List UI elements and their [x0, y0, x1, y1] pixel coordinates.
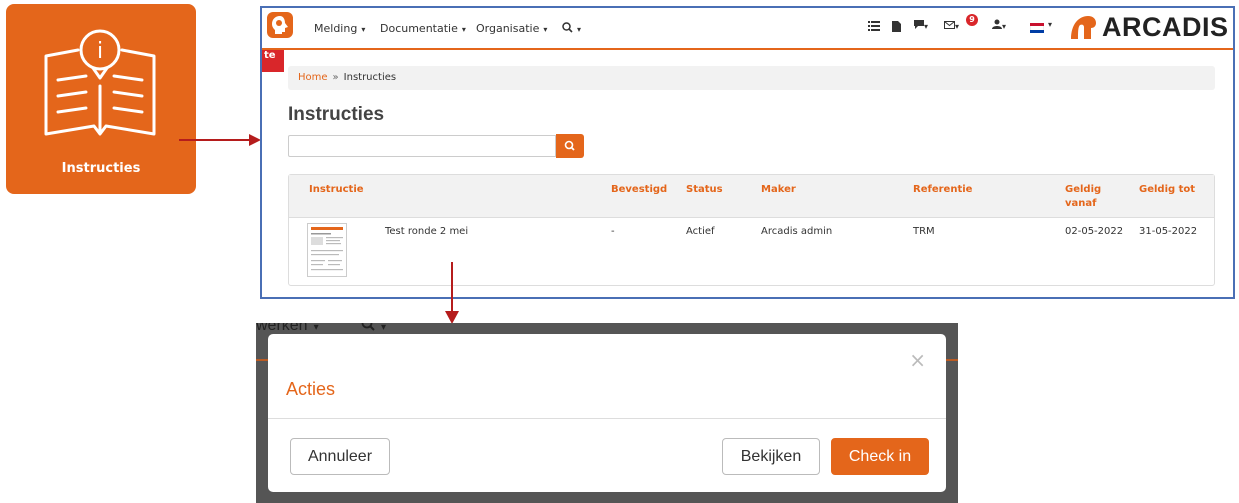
- user-icon: [992, 19, 1002, 29]
- col-status[interactable]: Status: [686, 183, 723, 197]
- arrow-connector-down: [451, 262, 453, 312]
- brand-name: ARCADIS: [1102, 12, 1229, 42]
- row-maker: Arcadis admin: [761, 226, 833, 237]
- environment-tab: te: [262, 50, 284, 72]
- tile-label: Instructies: [61, 161, 141, 176]
- file-icon[interactable]: [892, 21, 901, 32]
- comment-icon: [914, 20, 924, 29]
- head-logo-icon: [272, 16, 288, 34]
- search-icon: [361, 323, 375, 331]
- svg-text:i: i: [97, 39, 103, 64]
- col-geldig-vanaf[interactable]: Geldig vanaf: [1065, 183, 1101, 211]
- check-in-button[interactable]: Check in: [831, 438, 929, 475]
- col-instructie[interactable]: Instructie: [309, 183, 364, 197]
- search-icon: [562, 22, 573, 33]
- page-title: Instructies: [288, 104, 385, 125]
- document-thumbnail[interactable]: [307, 223, 347, 277]
- notification-badge: 9: [966, 14, 978, 26]
- language-caret-icon[interactable]: ▾: [1048, 20, 1052, 29]
- row-bevestigd: -: [611, 226, 615, 237]
- breadcrumb-home-link[interactable]: Home: [298, 72, 328, 83]
- list-icon[interactable]: [868, 21, 880, 31]
- breadcrumb-separator: »: [332, 72, 339, 83]
- nav-documentatie[interactable]: Documentatie ▾: [380, 22, 466, 35]
- col-geldig-tot[interactable]: Geldig tot: [1139, 183, 1195, 197]
- modal-divider: [268, 418, 946, 419]
- actions-modal: × Acties Annuleer Bekijken Check in: [268, 334, 946, 492]
- nav-melding[interactable]: Melding ▾: [314, 22, 365, 35]
- instructies-tile[interactable]: i Instructies: [6, 4, 196, 194]
- row-referentie: TRM: [913, 226, 935, 237]
- user-menu[interactable]: ▾: [992, 19, 1006, 32]
- envelope-icon: [944, 21, 955, 29]
- dutch-flag-icon[interactable]: [1030, 23, 1044, 33]
- arcadis-logo: ARCADIS: [1068, 12, 1228, 44]
- top-navbar: Melding ▾ Documentatie ▾ Organisatie ▾ ▾ ▾: [262, 8, 1233, 50]
- search-button[interactable]: [556, 134, 584, 158]
- instructies-screenshot-panel: Melding ▾ Documentatie ▾ Organisatie ▾ ▾ ▾: [260, 6, 1235, 299]
- col-maker[interactable]: Maker: [761, 183, 796, 197]
- comment-menu[interactable]: ▾: [914, 19, 928, 32]
- col-referentie[interactable]: Referentie: [913, 183, 972, 197]
- close-icon[interactable]: ×: [909, 348, 926, 372]
- mail-menu[interactable]: ▾: [944, 19, 959, 32]
- nav-organisatie[interactable]: Organisatie ▾: [476, 22, 547, 35]
- cancel-button[interactable]: Annuleer: [290, 438, 390, 475]
- actions-modal-screenshot: werken ▾ ▾ × Acties Annuleer Bekijken Che…: [256, 323, 958, 503]
- search-input[interactable]: [288, 135, 556, 157]
- arrow-connector: [179, 139, 251, 141]
- table-header: Instructie Bevestigd Status Maker Refere…: [289, 175, 1214, 218]
- col-bevestigd[interactable]: Bevestigd: [611, 183, 667, 197]
- row-name-link[interactable]: Test ronde 2 mei: [385, 226, 468, 237]
- modal-title: Acties: [286, 379, 336, 399]
- row-status: Actief: [686, 226, 715, 237]
- row-geldig-tot: 31-05-2022: [1139, 226, 1198, 237]
- instructies-table: Instructie Bevestigd Status Maker Refere…: [288, 174, 1215, 286]
- document-preview-icon: [311, 227, 343, 271]
- view-button[interactable]: Bekijken: [722, 438, 820, 475]
- breadcrumb: Home » Instructies: [288, 66, 1215, 90]
- breadcrumb-current: Instructies: [343, 72, 397, 83]
- open-book-info-icon: i: [44, 29, 156, 136]
- row-geldig-vanaf: 02-05-2022: [1065, 226, 1124, 237]
- arcadis-mark-icon: [1071, 16, 1096, 39]
- app-logo[interactable]: [267, 12, 293, 38]
- search-icon: [564, 140, 575, 151]
- nav-search[interactable]: ▾: [562, 22, 581, 35]
